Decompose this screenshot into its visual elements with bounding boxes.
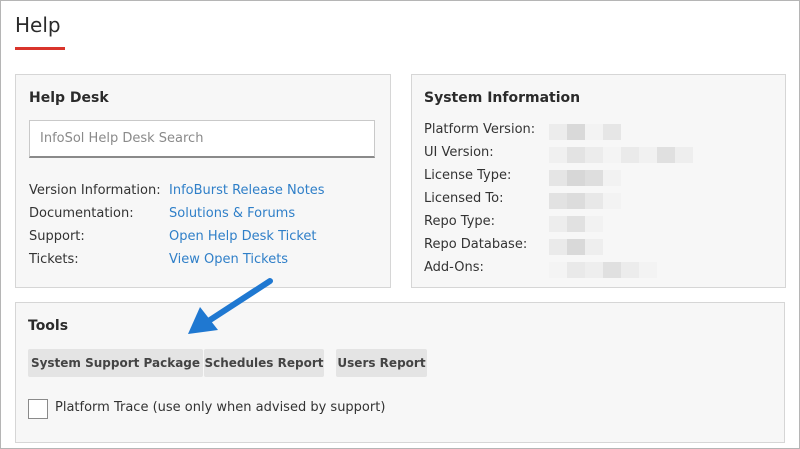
redacted-value xyxy=(549,193,621,209)
platform-trace-label: Platform Trace (use only when advised by… xyxy=(55,400,386,415)
version-info-label: Version Information: xyxy=(29,183,161,198)
sys-row-platform-version: Platform Version: xyxy=(424,122,621,142)
tools-title: Tools xyxy=(28,318,69,334)
tools-panel: Tools System Support Package Schedules R… xyxy=(15,302,785,443)
help-desk-search-input[interactable] xyxy=(29,120,375,158)
sys-row-repo-type: Repo Type: xyxy=(424,214,603,234)
sys-row-add-ons: Add-Ons: xyxy=(424,260,657,280)
help-desk-panel: Help Desk Version Information: InfoBurst… xyxy=(15,74,391,288)
redacted-value xyxy=(549,216,603,232)
repo-type-label: Repo Type: xyxy=(424,214,496,229)
solutions-forums-link[interactable]: Solutions & Forums xyxy=(169,206,295,221)
add-ons-label: Add-Ons: xyxy=(424,260,484,275)
tickets-label: Tickets: xyxy=(29,252,79,267)
open-ticket-link[interactable]: Open Help Desk Ticket xyxy=(169,229,317,244)
repo-database-label: Repo Database: xyxy=(424,237,528,252)
sys-row-license-type: License Type: xyxy=(424,168,621,188)
redacted-value xyxy=(549,262,657,278)
licensed-to-label: Licensed To: xyxy=(424,191,504,206)
support-label: Support: xyxy=(29,229,85,244)
system-support-package-button[interactable]: System Support Package xyxy=(28,349,203,377)
sys-row-repo-database: Repo Database: xyxy=(424,237,603,257)
redacted-value xyxy=(549,124,621,140)
redacted-value xyxy=(549,147,693,163)
redacted-value xyxy=(549,170,621,186)
help-desk-title: Help Desk xyxy=(29,90,109,106)
sys-row-licensed-to: Licensed To: xyxy=(424,191,621,211)
redacted-value xyxy=(549,239,603,255)
license-type-label: License Type: xyxy=(424,168,512,183)
users-report-button[interactable]: Users Report xyxy=(336,349,427,377)
platform-version-label: Platform Version: xyxy=(424,122,536,137)
system-information-title: System Information xyxy=(424,90,581,106)
page-title: Help xyxy=(15,13,61,37)
platform-trace-checkbox[interactable] xyxy=(28,399,48,419)
documentation-label: Documentation: xyxy=(29,206,134,221)
release-notes-link[interactable]: InfoBurst Release Notes xyxy=(169,183,325,198)
schedules-report-button[interactable]: Schedules Report xyxy=(204,349,324,377)
title-underline xyxy=(15,47,65,50)
ui-version-label: UI Version: xyxy=(424,145,494,160)
arrow-pointer-icon xyxy=(188,278,273,334)
system-information-panel: System Information Platform Version: UI … xyxy=(411,74,786,288)
view-tickets-link[interactable]: View Open Tickets xyxy=(169,252,288,267)
sys-row-ui-version: UI Version: xyxy=(424,145,693,165)
